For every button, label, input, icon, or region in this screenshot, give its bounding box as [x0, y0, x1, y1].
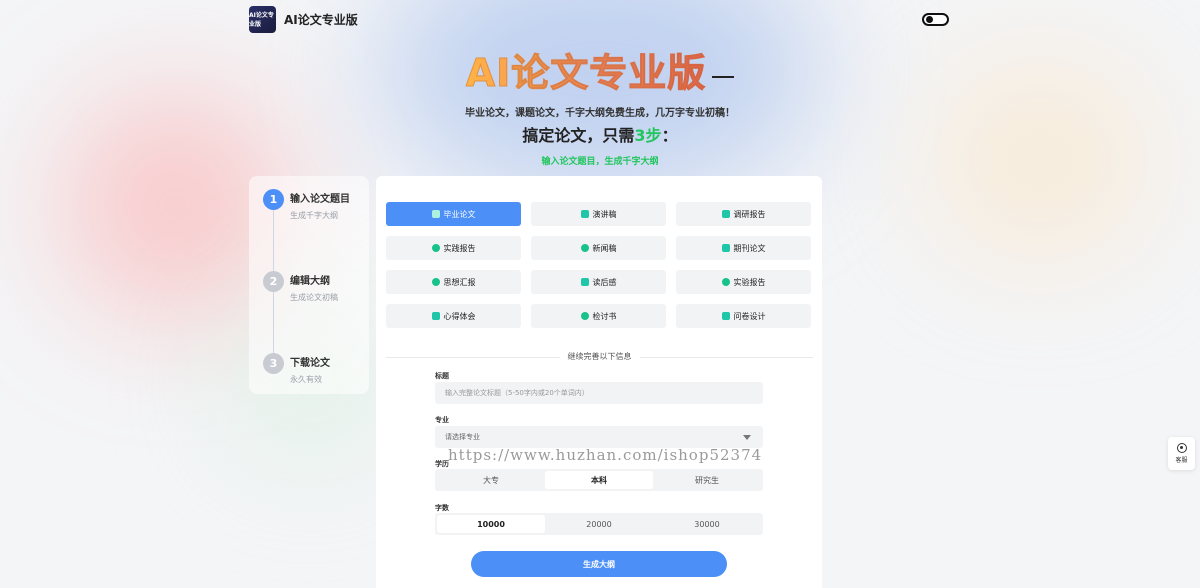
- step-number: 1: [263, 189, 284, 210]
- chevron-down-icon: [743, 435, 751, 440]
- toggle-knob-icon: [926, 16, 933, 23]
- wordcount-option-20000[interactable]: 20000: [545, 515, 653, 533]
- type-self-criticism[interactable]: 检讨书: [531, 304, 666, 328]
- circle-icon: [431, 244, 440, 252]
- step-desc: 生成千字大纲: [290, 211, 338, 220]
- step-3: 3 下载论文 永久有效: [263, 353, 330, 385]
- education-option-bachelor[interactable]: 本科: [545, 471, 653, 489]
- book-icon: [580, 278, 589, 286]
- title-label: 标题: [435, 372, 449, 380]
- education-segmented: 大专 本科 研究生: [435, 469, 763, 491]
- hero-subtitle: 毕业论文，课题论文，千字大纲免费生成，几万字专业初稿！: [465, 108, 735, 119]
- document-icon: [431, 210, 440, 218]
- type-research-report[interactable]: 调研报告: [676, 202, 811, 226]
- type-news[interactable]: 新闻稿: [531, 236, 666, 260]
- site-name[interactable]: AI论文专业版: [284, 11, 358, 28]
- step-desc: 生成论文初稿: [290, 293, 338, 302]
- step-hint: 输入论文题目，生成千字大纲: [541, 157, 659, 167]
- site-logo[interactable]: AI论文专业版: [249, 6, 276, 33]
- customer-service-label: 客服: [1175, 457, 1188, 464]
- wordcount-segmented: 10000 20000 30000: [435, 513, 763, 535]
- step-title: 输入论文题目: [290, 194, 350, 205]
- book-icon: [721, 244, 730, 252]
- generate-outline-button[interactable]: 生成大纲: [471, 551, 727, 577]
- document-icon: [721, 312, 730, 320]
- type-graduation-thesis[interactable]: 毕业论文: [386, 202, 521, 226]
- wordcount-option-30000[interactable]: 30000: [653, 515, 761, 533]
- typing-cursor-icon: [712, 76, 735, 78]
- document-icon: [580, 210, 589, 218]
- education-option-graduate[interactable]: 研究生: [653, 471, 761, 489]
- step-1: 1 输入论文题目 生成千字大纲: [263, 189, 350, 221]
- type-practice-report[interactable]: 实践报告: [386, 236, 521, 260]
- step-title: 编辑大纲: [290, 276, 330, 287]
- type-reflection[interactable]: 心得体会: [386, 304, 521, 328]
- step-desc: 永久有效: [290, 375, 322, 384]
- major-select[interactable]: 请选择专业: [435, 426, 763, 448]
- major-label: 专业: [435, 416, 449, 424]
- document-type-grid: 毕业论文 演讲稿 调研报告 实践报告 新闻稿 期刊论文 思想汇报 读后感 实验报…: [386, 202, 813, 328]
- title-input[interactable]: [435, 382, 763, 404]
- form-divider: 继续完善以下信息: [386, 351, 813, 363]
- chat-icon: [431, 312, 440, 320]
- wordcount-option-10000[interactable]: 10000: [437, 515, 545, 533]
- type-speech[interactable]: 演讲稿: [531, 202, 666, 226]
- hero-title: AI论文专业版: [0, 42, 1200, 97]
- type-journal-paper[interactable]: 期刊论文: [676, 236, 811, 260]
- header: AI论文专业版 AI论文专业版: [249, 6, 358, 33]
- type-reading-review[interactable]: 读后感: [531, 270, 666, 294]
- circle-icon: [580, 312, 589, 320]
- steps-heading: 搞定论文，只需3步：: [522, 126, 678, 145]
- major-select-value: 请选择专业: [445, 433, 480, 441]
- education-label: 学历: [435, 460, 449, 468]
- type-lab-report[interactable]: 实验报告: [676, 270, 811, 294]
- circle-icon: [580, 244, 589, 252]
- type-questionnaire[interactable]: 问卷设计: [676, 304, 811, 328]
- step-number: 3: [263, 353, 284, 374]
- chat-icon: [721, 210, 730, 218]
- circle-icon: [721, 278, 730, 286]
- step-number: 2: [263, 271, 284, 292]
- headset-icon: [1176, 443, 1187, 453]
- theme-toggle[interactable]: [922, 13, 949, 26]
- type-thought-report[interactable]: 思想汇报: [386, 270, 521, 294]
- customer-service-button[interactable]: 客服: [1168, 437, 1195, 470]
- education-option-associate[interactable]: 大专: [437, 471, 545, 489]
- step-title: 下载论文: [290, 358, 330, 369]
- step-2: 2 编辑大纲 生成论文初稿: [263, 271, 338, 303]
- wordcount-label: 字数: [435, 504, 449, 512]
- circle-icon: [431, 278, 440, 286]
